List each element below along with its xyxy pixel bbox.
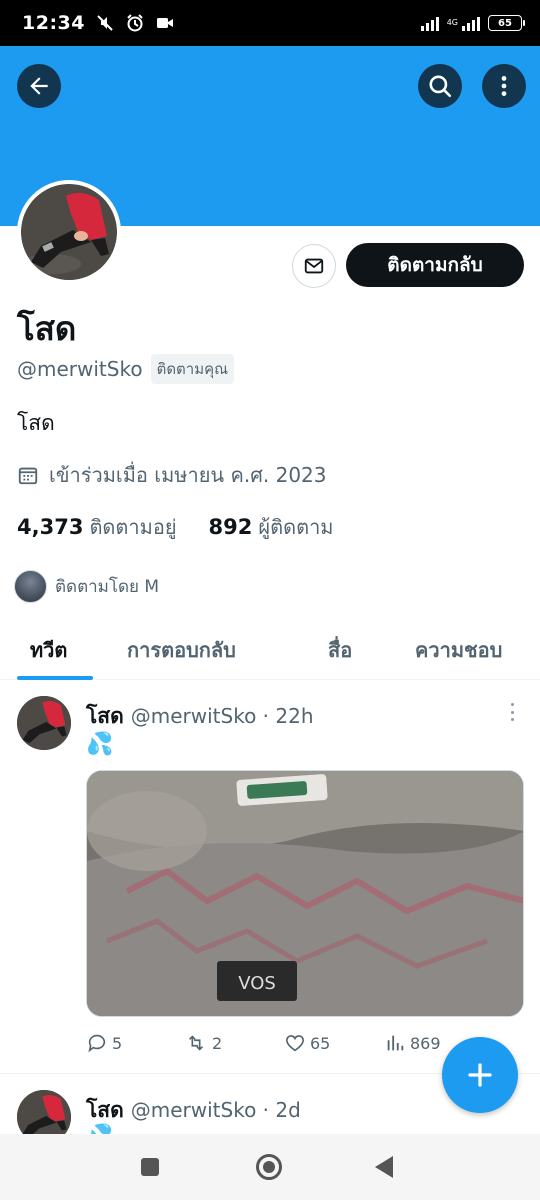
- views-button[interactable]: 869: [384, 1032, 441, 1054]
- followers-label[interactable]: ผู้ติดตาม: [258, 511, 333, 543]
- retweet-icon: [188, 1035, 204, 1051]
- like-count: 65: [310, 1033, 331, 1053]
- tweet-header: โสด @merwitSko · 22h: [86, 700, 314, 733]
- display-name: โสด: [17, 309, 77, 348]
- tweet-author-name[interactable]: โสด: [86, 700, 124, 733]
- status-time: 12:34: [22, 12, 85, 34]
- back-button[interactable]: [17, 64, 61, 108]
- profile-avatar[interactable]: [17, 180, 121, 284]
- followed-by-text: ติดตามโดย M: [55, 577, 160, 597]
- status-bar: 12:34 4G 65: [0, 0, 540, 46]
- signal-icon: [420, 15, 439, 31]
- heart-icon: [285, 1035, 305, 1052]
- svg-text:VOS: VOS: [238, 973, 276, 994]
- retweet-button[interactable]: 2: [184, 1032, 284, 1054]
- tweet-text: 💦: [86, 1124, 113, 1134]
- tweet-text: 💦: [86, 732, 114, 757]
- followed-by-row[interactable]: ติดตามโดย M: [14, 570, 159, 603]
- tweet-handle-time: @merwitSko · 22h: [130, 704, 314, 728]
- mail-icon: [304, 258, 324, 274]
- network-type: 4G: [446, 18, 458, 27]
- followers-count[interactable]: 892: [209, 515, 253, 539]
- profile-tabs: ทวีต การตอบกลับ สื่อ ความชอบ: [0, 620, 540, 680]
- joined-date: เข้าร่วมเมื่อ เมษายน ค.ศ. 2023: [49, 463, 327, 487]
- compose-tweet-button[interactable]: [442, 1037, 518, 1113]
- plus-icon: [468, 1063, 492, 1087]
- alarm-icon: [127, 14, 143, 32]
- tweet-avatar[interactable]: [17, 696, 71, 750]
- mute-icon: [97, 15, 113, 31]
- reply-icon: [88, 1034, 106, 1053]
- tweet-handle-time: @merwitSko · 2d: [130, 1098, 301, 1122]
- avatar-photo: [21, 184, 117, 280]
- reply-count: 5: [112, 1033, 123, 1053]
- tab-media[interactable]: สื่อ: [328, 620, 352, 680]
- active-tab-indicator: [17, 676, 93, 680]
- following-label[interactable]: ติดตามอยู่: [89, 511, 176, 543]
- tweet-avatar[interactable]: [17, 1090, 71, 1134]
- user-handle: @merwitSko: [17, 357, 143, 381]
- message-button[interactable]: [292, 244, 336, 288]
- search-button[interactable]: [418, 64, 462, 108]
- more-options-button[interactable]: [482, 64, 526, 108]
- tab-tweets[interactable]: ทวีต: [30, 620, 67, 680]
- like-button[interactable]: 65: [284, 1032, 384, 1054]
- signal-icon-2: [462, 15, 480, 31]
- arrow-left-icon: [30, 77, 48, 95]
- view-count: 869: [410, 1033, 441, 1053]
- home-button[interactable]: [256, 1154, 282, 1180]
- system-nav-bar: [0, 1134, 540, 1200]
- analytics-icon: [387, 1035, 404, 1051]
- tweet-author-name[interactable]: โสด: [86, 1094, 124, 1127]
- follow-stats: 4,373 ติดตามอยู่ 892 ผู้ติดตาม: [17, 511, 334, 543]
- video-icon: [156, 18, 173, 28]
- system-back-button[interactable]: [375, 1156, 393, 1178]
- tweet-media-image[interactable]: VOS: [86, 770, 524, 1017]
- retweet-count: 2: [212, 1033, 223, 1053]
- reply-button[interactable]: 5: [86, 1032, 184, 1054]
- tweet-more-button[interactable]: [505, 700, 519, 724]
- circle-icon: [263, 1161, 275, 1173]
- calendar-icon: [18, 467, 38, 485]
- search-icon: [429, 75, 452, 98]
- tweet-header: โสด @merwitSko · 2d: [86, 1094, 301, 1127]
- more-vertical-icon: [501, 76, 507, 96]
- tab-likes[interactable]: ความชอบ: [415, 620, 502, 680]
- profile-bio: โสด: [17, 411, 55, 435]
- battery-level: 65: [498, 17, 512, 29]
- follows-you-badge: ติดตามคุณ: [150, 354, 235, 384]
- handle-row: @merwitSko ติดตามคุณ: [17, 354, 235, 384]
- tab-replies[interactable]: การตอบกลับ: [127, 620, 236, 680]
- battery-icon: 65: [488, 15, 525, 31]
- following-count[interactable]: 4,373: [17, 515, 83, 539]
- follow-back-button[interactable]: ติดตามกลับ: [346, 243, 524, 287]
- follower-avatar: [14, 570, 47, 603]
- recents-button[interactable]: [141, 1158, 159, 1176]
- joined-date-row: เข้าร่วมเมื่อ เมษายน ค.ศ. 2023: [17, 459, 327, 491]
